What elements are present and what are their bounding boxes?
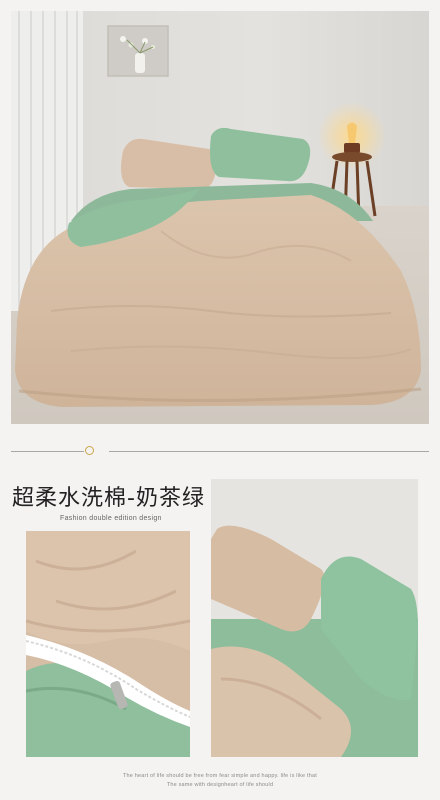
product-title: 超柔水洗棉-奶茶绿 [12,486,205,511]
divider-line-left [11,451,84,452]
hero-bedroom-photo [11,11,429,424]
footer-line-2: The same with designheart of life should [166,782,274,788]
divider-dot [85,446,94,455]
footer-line-1: The heart of life should be free from fe… [122,773,318,779]
product-subtitle: Fashion double edition design [60,515,162,522]
divider-line-right [109,451,429,452]
pillows-detail-photo [211,479,418,757]
zipper-detail-photo [26,531,190,757]
section-divider [11,446,429,456]
